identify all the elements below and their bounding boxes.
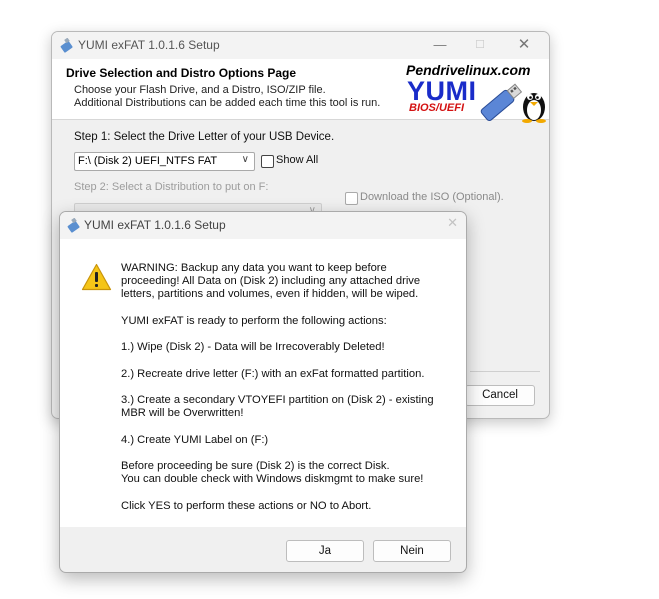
message-paragraph: Click YES to perform these actions or NO… [121,499,372,512]
message-paragraph: 1.) Wipe (Disk 2) - Data will be Irrecov… [121,341,385,354]
dialog-titlebar[interactable]: YUMI exFAT 1.0.1.6 Setup ✕ [60,212,466,239]
message-paragraph: 2.) Recreate drive letter (F:) with an e… [121,367,425,380]
maximize-button[interactable]: ☐ [465,34,495,56]
dialog-message: WARNING: Backup any data you want to kee… [121,262,456,526]
usb-penguin-logo-icon [480,83,546,123]
download-iso-label[interactable]: Download the ISO (Optional). [360,191,504,203]
warning-icon [81,263,112,291]
divider [470,371,540,372]
page-title: Drive Selection and Distro Options Page [66,66,297,80]
cancel-button[interactable]: Cancel [465,385,535,406]
app-usb-icon [60,38,73,53]
yes-button[interactable]: Ja [286,540,364,562]
show-all-checkbox[interactable] [261,155,274,168]
no-button[interactable]: Nein [373,540,451,562]
logo-subtitle-text: BIOS/UEFI [409,102,465,114]
confirm-dialog: YUMI exFAT 1.0.1.6 Setup ✕ WARNING: Back… [59,211,467,573]
step1-label: Step 1: Select the Drive Letter of your … [74,131,335,143]
page-header: Drive Selection and Distro Options Page … [52,59,549,123]
dialog-title: YUMI exFAT 1.0.1.6 Setup [84,218,226,232]
dialog-body: WARNING: Backup any data you want to kee… [60,239,466,527]
step2-label: Step 2: Select a Distribution to put on … [74,181,269,193]
message-paragraph: Before proceeding be sure (Disk 2) is th… [121,459,424,486]
message-paragraph: 3.) Create a secondary VTOYEFI partition… [121,393,434,420]
download-iso-checkbox[interactable] [345,192,358,205]
titlebar[interactable]: YUMI exFAT 1.0.1.6 Setup — ☐ ✕ [52,32,549,59]
app-usb-icon [67,218,80,233]
drive-select-value: F:\ (Disk 2) UEFI_NTFS FAT [78,155,218,167]
page-description-line1: Choose your Flash Drive, and a Distro, I… [74,84,326,96]
drive-select[interactable]: F:\ (Disk 2) UEFI_NTFS FAT ∨ [74,152,255,171]
window-title: YUMI exFAT 1.0.1.6 Setup [78,38,220,52]
dialog-close-button[interactable]: ✕ [447,215,458,231]
message-paragraph: YUMI exFAT is ready to perform the follo… [121,314,387,327]
page-description-line2: Additional Distributions can be added ea… [74,97,381,109]
message-paragraph: 4.) Create YUMI Label on (F:) [121,433,269,446]
chevron-down-icon: ∨ [241,154,249,165]
close-button[interactable]: ✕ [509,34,539,56]
show-all-label[interactable]: Show All [276,154,318,166]
minimize-button[interactable]: — [425,34,455,56]
message-paragraph: WARNING: Backup any data you want to kee… [121,262,421,301]
